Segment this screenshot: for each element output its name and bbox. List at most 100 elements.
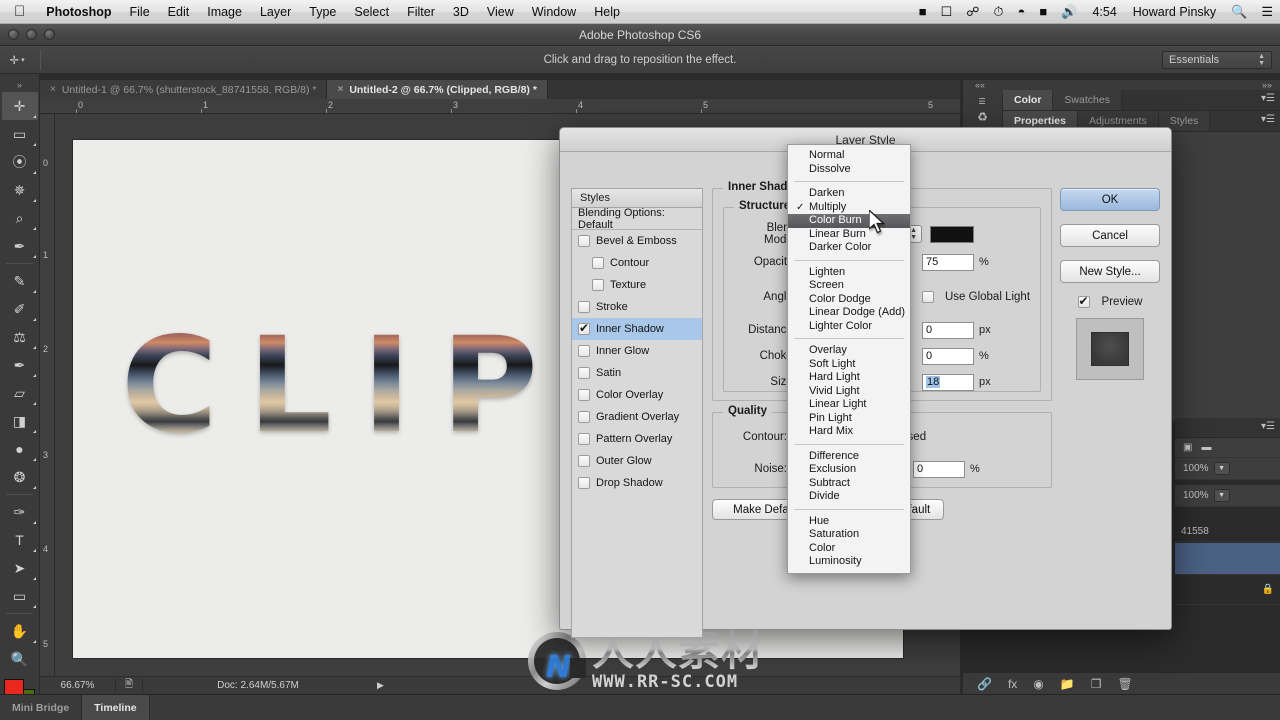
table-row[interactable] [1175, 543, 1280, 575]
menu-item-saturation[interactable]: Saturation [788, 528, 910, 542]
lasso-tool[interactable]: ⦿ [2, 148, 38, 176]
list-item-satin[interactable]: Satin [572, 362, 702, 384]
menu-type[interactable]: Type [300, 5, 345, 19]
menubar-clock[interactable]: 4:54 [1084, 5, 1124, 19]
type-tool[interactable]: T [2, 526, 38, 554]
list-item-gradient-overlay[interactable]: Gradient Overlay [572, 406, 702, 428]
checkbox[interactable] [578, 321, 590, 335]
airplay-icon[interactable]: ☐ [934, 4, 960, 20]
menu-item-lighter-color[interactable]: Lighter Color [788, 320, 910, 334]
zoom-level[interactable]: 66.67% [40, 680, 115, 691]
cancel-button[interactable]: Cancel [1060, 224, 1160, 247]
menu-item-soft-light[interactable]: Soft Light [788, 358, 910, 372]
menu-file[interactable]: File [121, 5, 159, 19]
list-item-inner-shadow[interactable]: Inner Shadow [572, 318, 702, 340]
gradient-tool[interactable]: ◨ [2, 407, 38, 435]
menu-item-luminosity[interactable]: Luminosity [788, 555, 910, 569]
menu-item-multiply[interactable]: ✓ Multiply [788, 201, 910, 215]
checkbox[interactable] [578, 301, 590, 313]
eyedropper-tool[interactable]: ✒ [2, 232, 38, 260]
timemachine-icon[interactable]: ⏱ [986, 4, 1010, 20]
lock-transparency-icon[interactable]: ▣ [1183, 442, 1192, 453]
marquee-tool[interactable]: ▭ [2, 120, 38, 148]
close-icon[interactable]: × [50, 84, 56, 95]
table-row[interactable]: 🔒 [1175, 575, 1280, 605]
checkbox[interactable] [592, 257, 604, 269]
document-icon[interactable]: 🖹 [116, 677, 142, 694]
table-row[interactable]: 41558 [1175, 522, 1280, 542]
menu-item-normal[interactable]: Normal [788, 149, 910, 163]
menubar-user[interactable]: Howard Pinsky [1125, 5, 1224, 19]
brush-tool[interactable]: ✐ [2, 295, 38, 323]
menu-item-pin-light[interactable]: Pin Light [788, 412, 910, 426]
menu-help[interactable]: Help [585, 5, 629, 19]
clone-stamp-tool[interactable]: ⚖ [2, 323, 38, 351]
notification-center-icon[interactable]: ☰ [1254, 4, 1280, 20]
list-item-blending-options[interactable]: Blending Options: Default [572, 208, 702, 231]
panel-menu-icon[interactable]: ▾☰ [1261, 421, 1275, 432]
move-tool[interactable]: ✛ [1, 92, 38, 120]
history-icon[interactable]: ☰ [963, 94, 1002, 106]
menu-app-photoshop[interactable]: Photoshop [37, 5, 120, 19]
menu-window[interactable]: Window [523, 5, 585, 19]
blend-mode-menu[interactable]: Normal Dissolve Darken ✓ Multiply Color B… [787, 144, 911, 574]
new-group-icon[interactable]: 📁 [1060, 677, 1075, 691]
distance-input[interactable]: 0 [922, 321, 974, 339]
menu-layer[interactable]: Layer [251, 5, 300, 19]
list-item-contour[interactable]: Contour [572, 252, 702, 274]
checkbox[interactable] [578, 455, 590, 467]
list-item-texture[interactable]: Texture [572, 274, 702, 296]
layers-opacity-row[interactable]: 100% ▼ [1175, 458, 1280, 480]
checkbox[interactable] [578, 477, 590, 489]
menu-item-linear-burn[interactable]: Linear Burn [788, 228, 910, 242]
menu-item-hard-light[interactable]: Hard Light [788, 371, 910, 385]
menu-item-darker-color[interactable]: Darker Color [788, 241, 910, 255]
menu-image[interactable]: Image [198, 5, 251, 19]
menu-item-exclusion[interactable]: Exclusion [788, 463, 910, 477]
quick-selection-tool[interactable]: ✵ [2, 176, 38, 204]
use-global-light-row[interactable]: Use Global Light [922, 291, 1030, 303]
list-item-outer-glow[interactable]: Outer Glow [572, 450, 702, 472]
checkbox[interactable] [592, 279, 604, 291]
checkbox[interactable] [578, 433, 590, 445]
menu-item-color-burn[interactable]: Color Burn [788, 214, 910, 228]
shadow-color-swatch[interactable] [930, 225, 974, 243]
layer-fill-value[interactable]: 100% [1183, 490, 1209, 501]
menu-select[interactable]: Select [345, 5, 398, 19]
checkbox[interactable] [578, 411, 590, 423]
size-input[interactable]: 18 [922, 373, 974, 391]
checkbox[interactable] [578, 345, 590, 357]
dodge-tool[interactable]: ❂ [2, 463, 38, 491]
layers-fill-row[interactable]: 100% ▼ [1175, 485, 1280, 507]
pen-tool[interactable]: ✑ [2, 498, 38, 526]
menu-item-difference[interactable]: Difference [788, 450, 910, 464]
chevron-down-icon[interactable]: ▼ [1213, 462, 1230, 475]
tab-timeline[interactable]: Timeline [82, 695, 150, 720]
link-layers-icon[interactable]: 🔗 [977, 677, 992, 691]
menu-filter[interactable]: Filter [398, 5, 444, 19]
menu-item-color[interactable]: Color [788, 542, 910, 556]
choke-input[interactable]: 0 [922, 347, 974, 365]
window-controls[interactable] [8, 29, 55, 40]
list-item-pattern-overlay[interactable]: Pattern Overlay [572, 428, 702, 450]
list-item-inner-glow[interactable]: Inner Glow [572, 340, 702, 362]
minimize-window-button[interactable] [26, 29, 37, 40]
layer-opacity-value[interactable]: 100% [1183, 463, 1209, 474]
checkbox[interactable] [578, 235, 590, 247]
list-item-bevel-emboss[interactable]: Bevel & Emboss [572, 230, 702, 252]
workspace-switcher[interactable]: Essentials ▲ ▼ [1162, 50, 1272, 69]
menu-item-lighten[interactable]: Lighten [788, 266, 910, 280]
menu-item-hue[interactable]: Hue [788, 515, 910, 529]
panel-menu-icon[interactable]: ▾☰ [1261, 114, 1275, 125]
horizontal-ruler[interactable]: 0 1 2 3 4 5 5 [40, 99, 960, 114]
healing-brush-tool[interactable]: ✎ [2, 267, 38, 295]
vertical-ruler[interactable]: 0 1 2 3 4 5 [40, 114, 55, 680]
menu-item-vivid-light[interactable]: Vivid Light [788, 385, 910, 399]
apple-icon[interactable]:  [0, 4, 37, 19]
close-window-button[interactable] [8, 29, 19, 40]
zoom-tool[interactable]: 🔍 [2, 645, 38, 673]
menu-edit[interactable]: Edit [159, 5, 199, 19]
path-selection-tool[interactable]: ➤ [2, 554, 38, 582]
menu-item-screen[interactable]: Screen [788, 279, 910, 293]
bluetooth-icon[interactable]: ☍ [959, 4, 986, 20]
